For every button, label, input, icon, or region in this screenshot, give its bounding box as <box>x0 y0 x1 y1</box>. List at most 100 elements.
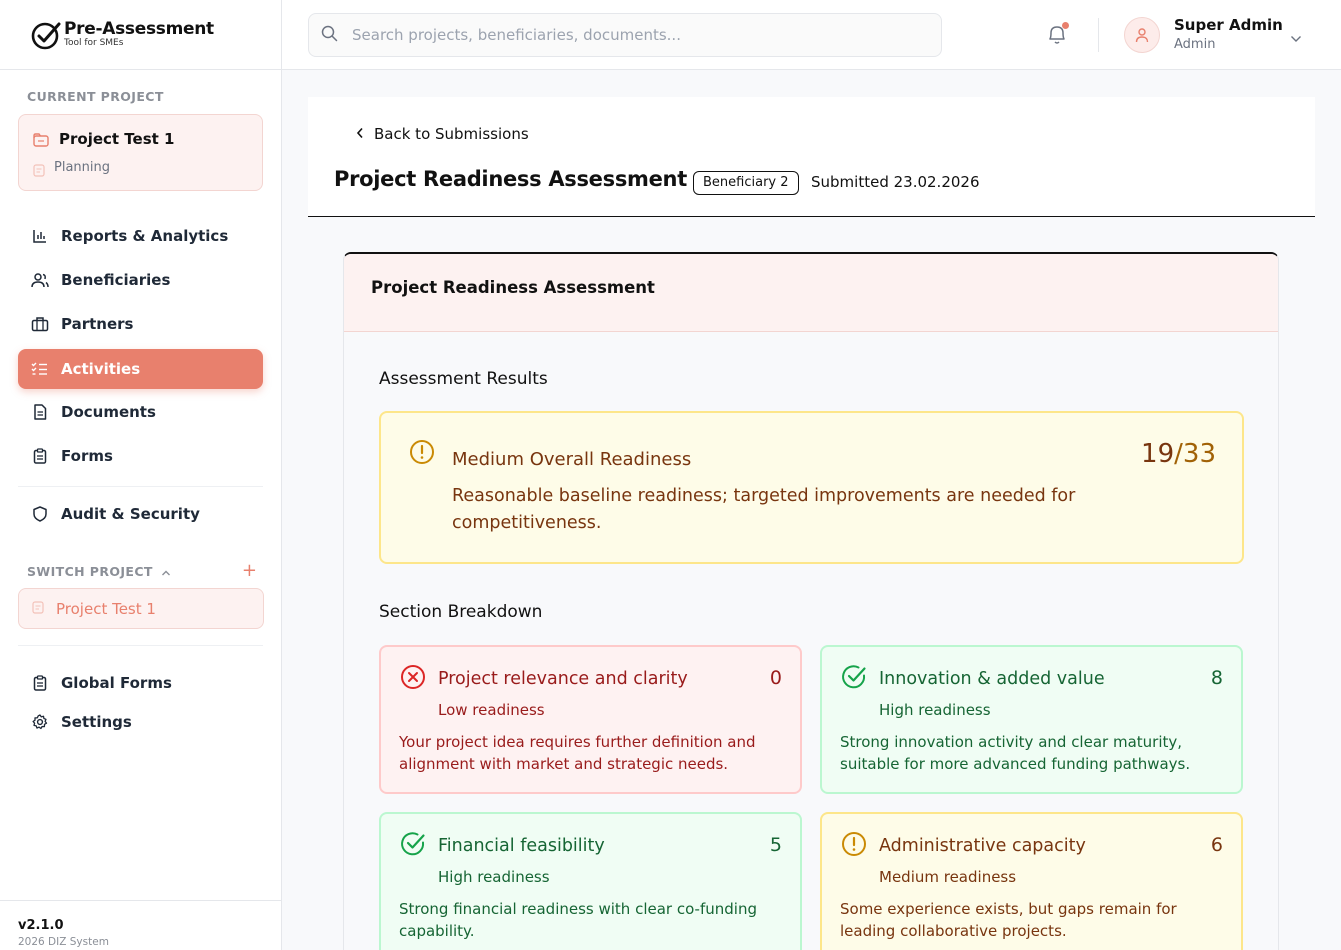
current-project-name: Project Test 1 <box>59 130 175 148</box>
section-level: High readiness <box>438 868 550 886</box>
chevron-left-icon <box>356 125 364 143</box>
score-max: 33 <box>1182 439 1216 469</box>
app-subtitle: Tool for SMEs <box>64 38 124 48</box>
list-check-icon <box>31 360 49 378</box>
assessment-card: Project Readiness Assessment Assessment … <box>343 252 1279 950</box>
nav-settings[interactable]: Settings <box>18 702 263 742</box>
section-name: Project relevance and clarity <box>438 669 688 689</box>
section-level: Medium readiness <box>879 868 1017 886</box>
check-circle-icon <box>400 831 426 861</box>
nav-label: Beneficiaries <box>61 271 171 289</box>
folder-icon <box>33 132 49 151</box>
section-name: Administrative capacity <box>879 836 1086 856</box>
section-score: 0 <box>769 667 782 689</box>
current-project-label: CURRENT PROJECT <box>27 89 164 104</box>
top-header: Super Admin Admin <box>282 0 1341 70</box>
section-description: Strong innovation activity and clear mat… <box>840 733 1191 773</box>
submitted-date: Submitted 23.02.2026 <box>811 173 980 191</box>
section-description: Your project idea requires further defin… <box>399 733 756 773</box>
nav-reports-analytics[interactable]: Reports & Analytics <box>18 216 263 256</box>
clipboard-icon <box>31 674 49 692</box>
current-project-phase: Planning <box>54 160 110 175</box>
users-icon <box>31 271 49 289</box>
briefcase-icon <box>31 315 49 333</box>
section-card-financial: Financial feasibility 5 High readiness S… <box>379 812 802 950</box>
check-circle-icon <box>841 664 867 694</box>
app-title: Pre-Assessment <box>64 19 214 39</box>
nav-label: Partners <box>61 315 134 333</box>
project-icon <box>32 600 44 618</box>
nav-label: Forms <box>61 447 113 465</box>
add-project-icon[interactable]: + <box>242 560 257 581</box>
header-divider <box>1098 18 1099 52</box>
notifications-button[interactable] <box>1046 22 1069 50</box>
version: v2.1.0 <box>18 918 64 933</box>
overall-score: 19/33 <box>1141 439 1216 469</box>
x-circle-icon <box>400 664 426 694</box>
phase-icon <box>33 162 45 181</box>
switch-project-name: Project Test 1 <box>56 599 156 618</box>
switch-project-header[interactable]: SWITCH PROJECT + <box>27 560 257 581</box>
section-card-administrative: Administrative capacity 6 Medium readine… <box>820 812 1243 950</box>
nav-audit-security[interactable]: Audit & Security <box>18 494 263 534</box>
logo[interactable]: Pre-Assessment Tool for SMEs <box>0 0 281 70</box>
section-level: Low readiness <box>438 701 545 719</box>
section-card-innovation: Innovation & added value 8 High readines… <box>820 645 1243 794</box>
search-box[interactable] <box>308 13 942 57</box>
nav-beneficiaries[interactable]: Beneficiaries <box>18 260 263 300</box>
section-description: Strong financial readiness with clear co… <box>399 900 757 940</box>
nav-forms[interactable]: Forms <box>18 436 263 476</box>
switch-project-label: SWITCH PROJECT <box>27 564 153 579</box>
assessment-results-title: Assessment Results <box>379 369 548 389</box>
back-to-submissions-link[interactable]: Back to Submissions <box>356 125 529 143</box>
sidebar-divider <box>18 645 263 646</box>
gear-icon <box>31 713 49 731</box>
document-icon <box>31 403 49 421</box>
nav-label: Reports & Analytics <box>61 227 229 245</box>
warning-circle-icon <box>841 831 867 861</box>
assessment-card-title: Project Readiness Assessment <box>344 254 1278 332</box>
overall-readiness-panel: Medium Overall Readiness Reasonable base… <box>379 411 1244 564</box>
notification-dot <box>1062 22 1069 29</box>
shield-icon <box>31 505 49 523</box>
clipboard-icon <box>31 447 49 465</box>
page-header: Back to Submissions Project Readiness As… <box>308 97 1315 217</box>
beneficiary-badge: Beneficiary 2 <box>693 171 799 195</box>
search-icon <box>321 25 338 46</box>
section-score: 8 <box>1210 667 1223 689</box>
section-level: High readiness <box>879 701 991 719</box>
nav-activities[interactable]: Activities <box>18 349 263 389</box>
sidebar: Pre-Assessment Tool for SMEs CURRENT PRO… <box>0 0 282 950</box>
score-separator: / <box>1174 439 1183 469</box>
user-icon <box>1135 28 1149 43</box>
avatar[interactable] <box>1124 17 1160 53</box>
nav-label: Settings <box>61 713 132 731</box>
section-breakdown-title: Section Breakdown <box>379 602 543 622</box>
section-card-relevance: Project relevance and clarity 0 Low read… <box>379 645 802 794</box>
chevron-down-icon[interactable] <box>1290 28 1302 47</box>
section-score: 5 <box>769 834 782 856</box>
nav-label: Audit & Security <box>61 505 200 523</box>
nav-partners[interactable]: Partners <box>18 304 263 344</box>
score-value: 19 <box>1141 439 1175 469</box>
page-title: Project Readiness Assessment <box>334 167 687 191</box>
nav-label: Activities <box>61 360 141 378</box>
switch-project-item[interactable]: Project Test 1 <box>18 588 264 629</box>
user-role: Admin <box>1174 37 1216 52</box>
version-footer: v2.1.0 2026 DIZ System <box>0 900 282 950</box>
bar-chart-icon <box>31 227 49 245</box>
logo-check-icon <box>31 22 61 49</box>
search-input[interactable] <box>352 26 912 44</box>
section-score: 6 <box>1210 834 1223 856</box>
copyright: 2026 DIZ System <box>18 936 109 948</box>
user-name[interactable]: Super Admin <box>1174 16 1283 34</box>
sidebar-divider <box>18 486 263 487</box>
section-name: Innovation & added value <box>879 669 1105 689</box>
nav-global-forms[interactable]: Global Forms <box>18 663 263 703</box>
nav-documents[interactable]: Documents <box>18 392 263 432</box>
warning-circle-icon <box>409 439 435 469</box>
current-project-card[interactable]: Project Test 1 Planning <box>18 114 263 191</box>
chevron-up-icon <box>161 562 171 581</box>
nav-label: Global Forms <box>61 674 172 692</box>
nav-label: Documents <box>61 403 156 421</box>
